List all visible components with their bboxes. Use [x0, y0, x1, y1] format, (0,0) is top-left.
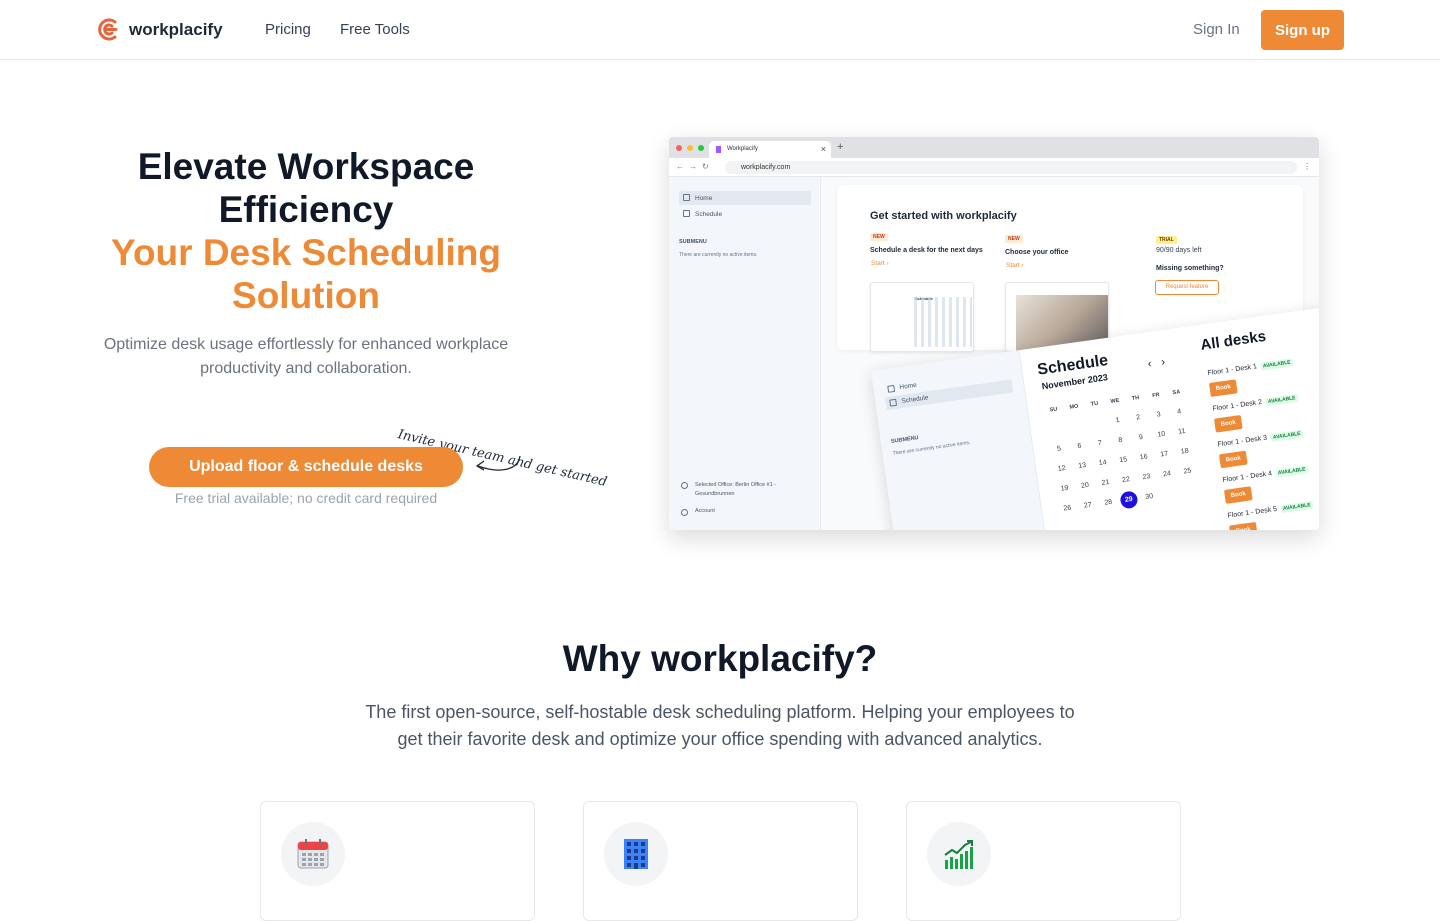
trial-badge: TRIAL [1156, 236, 1177, 244]
calendar-day [1179, 480, 1202, 503]
card-office-title: Choose your office [1005, 249, 1069, 256]
sign-in-link[interactable]: Sign In [1193, 21, 1240, 38]
account-label: Account [695, 508, 715, 514]
overlay-sidebar: Home Schedule SUBMENU There are currentl… [871, 350, 1058, 530]
all-desks-title: All desks [1199, 327, 1268, 354]
card-office-start-link: Start › [1006, 262, 1024, 269]
window-minimize-dot-icon [687, 145, 693, 151]
desk-name: Floor 1 - Desk 5 [1227, 505, 1278, 520]
schedule-thumbnail: Schedule [870, 282, 974, 352]
card-schedule-start-link: Start › [871, 260, 889, 267]
selected-office: Selected Office: Berlin Office #1 - Gesu… [681, 481, 811, 499]
calendar-day: 30 [1144, 492, 1154, 501]
desk-name: Floor 1 - Desk 2 [1212, 398, 1263, 413]
submenu-heading: SUBMENU [679, 239, 707, 245]
feature-card-analytics [906, 801, 1181, 921]
product-screenshot: Workplacify × + ←→↻ workplacify.com ⋮ Ho… [669, 137, 1319, 530]
why-subtitle: The first open-source, self-hostable des… [365, 702, 1075, 749]
brand-name: workplacify [129, 19, 223, 39]
window-close-dot-icon [676, 145, 682, 151]
home-icon [887, 384, 896, 393]
calendar-day: 29 [1117, 489, 1140, 512]
month-nav-arrows-icon: ‹› [1146, 354, 1176, 371]
browser-tab: Workplacify × [709, 141, 831, 158]
browser-tab-bar: Workplacify × + [669, 137, 1319, 158]
office-gear-icon [681, 482, 688, 489]
desk-name: Floor 1 - Desk 3 [1217, 434, 1268, 449]
office-building-icon [624, 839, 648, 869]
sign-up-button[interactable]: Sign up [1261, 10, 1344, 50]
hero-title-accent: Your Desk Scheduling Solution [111, 232, 501, 316]
submenu-empty-text: There are currently no active items. [679, 252, 758, 258]
sidebar-item-home: Home [679, 191, 811, 205]
desk-available-badge: AVAILABLE [1280, 500, 1314, 514]
browser-nav-icons: ←→↻ [676, 162, 714, 171]
app-sidebar: Home Schedule SUBMENU There are currentl… [669, 177, 821, 530]
new-tab-icon: + [837, 141, 844, 153]
desk-available-badge: AVAILABLE [1270, 429, 1304, 442]
sidebar-item-label: Schedule [901, 394, 929, 406]
missing-something-title: Missing something? [1156, 265, 1224, 272]
desk-available-badge: AVAILABLE [1275, 465, 1309, 478]
selected-office-label: Selected Office: Berlin Office #1 - Gesu… [695, 482, 777, 497]
thumbnail-calendar [914, 297, 972, 347]
nav-link-pricing[interactable]: Pricing [265, 21, 311, 38]
sidebar-item-label: Home [695, 195, 713, 202]
card-schedule-title: Schedule a desk for the next days [870, 247, 983, 254]
nav-link-free-tools[interactable]: Free Tools [340, 21, 410, 38]
account-item: Account [681, 508, 715, 516]
calendar-day: 27 [1083, 501, 1093, 510]
calendar-grid: SU MO TU WE TH FR SA 1 2 3 4 5 6 7 8 9 10 11 12 13 14 15 16 17 1… [1042, 381, 1202, 520]
sidebar-item-label: Home [899, 381, 918, 392]
calendar-selected-day: 29 [1119, 490, 1139, 510]
desk-name: Floor 1 - Desk 4 [1222, 470, 1273, 485]
new-badge: NEW [1005, 235, 1023, 243]
curved-arrow-icon [475, 455, 521, 471]
upload-floor-cta-button[interactable]: Upload floor & schedule desks [149, 447, 463, 487]
chart-increasing-icon [944, 840, 973, 869]
feature-card-scheduling [260, 801, 535, 921]
browser-url-field: workplacify.com [725, 161, 1297, 174]
sidebar-item-schedule: Schedule [679, 207, 811, 221]
calendar-day [1158, 483, 1181, 506]
calendar-icon [297, 839, 329, 869]
feature-icon-circle [281, 822, 345, 886]
feature-icon-circle [927, 822, 991, 886]
brand-logo-link[interactable]: workplacify [95, 17, 223, 42]
trial-days-left: 90/90 days left [1156, 247, 1202, 254]
window-maximize-dot-icon [698, 145, 704, 151]
account-icon [681, 509, 688, 516]
feature-card-offices [583, 801, 858, 921]
why-title: Why workplacify? [562, 638, 878, 679]
browser-menu-icon: ⋮ [1303, 162, 1311, 171]
get-started-title: Get started with workplacify [870, 210, 1017, 222]
browser-url-bar: ←→↻ workplacify.com ⋮ [669, 158, 1319, 177]
request-feature-button: Request feature [1155, 280, 1219, 295]
desk-available-badge: AVAILABLE [1265, 393, 1299, 407]
feature-icon-circle [604, 822, 668, 886]
figma-favicon-icon [716, 146, 721, 153]
new-badge: NEW [870, 233, 888, 241]
calendar-day: 26 [1063, 504, 1072, 513]
browser-tab-title: Workplacify [727, 146, 758, 152]
hero-text: Elevate Workspace Efficiency Your Desk S… [96, 145, 516, 381]
desk-available-badge: AVAILABLE [1260, 358, 1294, 371]
home-icon [683, 194, 690, 201]
hero-title: Elevate Workspace Efficiency [137, 146, 475, 230]
hero-subtitle: Optimize desk usage effortlessly for enh… [103, 336, 509, 377]
calendar-icon [683, 210, 690, 217]
desk-book-button: Book [1229, 521, 1258, 530]
free-trial-note: Free trial available; no credit card req… [174, 490, 438, 506]
sidebar-item-label: Schedule [695, 211, 723, 218]
desk-name: Floor 1 - Desk 1 [1207, 363, 1258, 378]
workplacify-logo-icon [98, 18, 118, 41]
submenu-heading: SUBMENU [890, 435, 920, 445]
calendar-icon [889, 398, 898, 407]
tab-close-icon: × [820, 144, 826, 154]
top-navigation: workplacify Pricing Free Tools Sign In S… [0, 0, 1440, 60]
calendar-day: 28 [1104, 498, 1113, 507]
